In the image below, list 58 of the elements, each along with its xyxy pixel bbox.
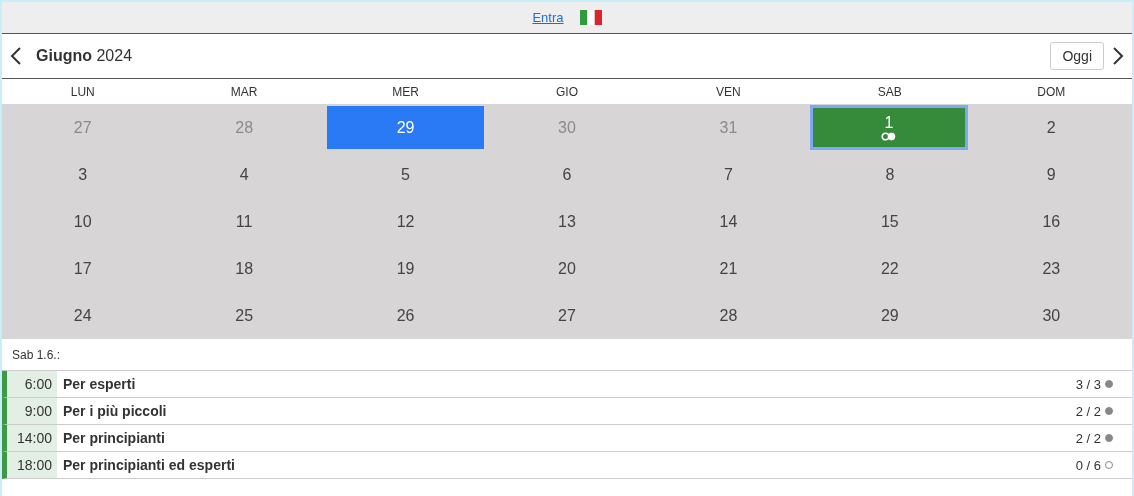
day-cell[interactable]: 11 [165,200,323,243]
event-count: 0 / 6 [1075,457,1101,473]
weekday-label: DOM [1036,84,1067,99]
day-cell[interactable]: 24 [4,294,162,337]
day-cell[interactable]: 15 [811,200,969,243]
day-cell[interactable]: 5 [326,153,485,196]
today-button[interactable]: Oggi [1050,42,1104,70]
day-cell[interactable]: 29 [811,294,969,337]
day-cell[interactable]: 13 [488,200,646,243]
day-cell[interactable]: 1 [813,108,965,147]
day-cell[interactable]: 7 [649,153,808,196]
day-cell[interactable]: 9 [972,153,1130,196]
day-cell[interactable]: 22 [811,247,969,290]
weekday-label: LUN [69,84,96,99]
day-cell[interactable]: 14 [649,200,808,243]
day-cell[interactable]: 12 [326,200,485,243]
day-cell[interactable]: 10 [4,200,162,243]
event-time: 6:00 [7,371,57,397]
event-count: 2 / 2 [1075,403,1101,419]
event-time: 14:00 [7,425,57,451]
event-count: 3 / 3 [1075,376,1101,392]
events-icon [880,132,897,141]
day-cell[interactable]: 21 [649,247,808,290]
day-cell[interactable]: 20 [488,247,646,290]
day-cell[interactable]: 25 [165,294,323,337]
event-count: 2 / 2 [1075,430,1101,446]
weekday-label: GIO [555,84,579,99]
next-month-icon[interactable] [1112,46,1124,66]
weekday-label: SAB [876,84,903,99]
day-cell[interactable]: 17 [4,247,162,290]
event-title[interactable]: Per principianti [57,430,1076,446]
login-link[interactable]: Entra [532,10,564,25]
day-cell[interactable]: 6 [488,153,646,196]
weekday-label: MER [391,84,420,99]
day-caption: Sab 1.6.: [11,347,62,364]
day-cell[interactable]: 3 [4,153,162,196]
day-cell[interactable]: 19 [326,247,485,290]
day-cell[interactable]: 26 [326,294,485,337]
day-cell[interactable]: 16 [972,200,1130,243]
day-cell[interactable]: 23 [972,247,1130,290]
month-title: Giugno 2024 [36,47,133,65]
previous-month-icon[interactable] [10,46,22,66]
weekday-label: MAR [229,84,259,99]
flag-icon[interactable] [579,10,602,25]
event-title[interactable]: Per principianti ed esperti [57,457,1076,473]
day-cell[interactable]: 28 [649,294,808,337]
day-cell[interactable]: 8 [811,153,969,196]
day-cell[interactable]: 29 [326,106,485,149]
event-title[interactable]: Per i più piccoli [57,403,1076,419]
day-cell[interactable]: 27 [488,294,646,337]
event-title[interactable]: Per esperti [57,376,1076,392]
weekday-label: VEN [715,84,742,99]
event-time: 18:00 [7,452,57,478]
day-cell[interactable]: 30 [972,294,1130,337]
event-time: 9:00 [7,398,57,424]
day-cell[interactable]: 2 [972,106,1130,149]
day-cell[interactable]: 18 [165,247,323,290]
day-cell[interactable]: 4 [165,153,323,196]
